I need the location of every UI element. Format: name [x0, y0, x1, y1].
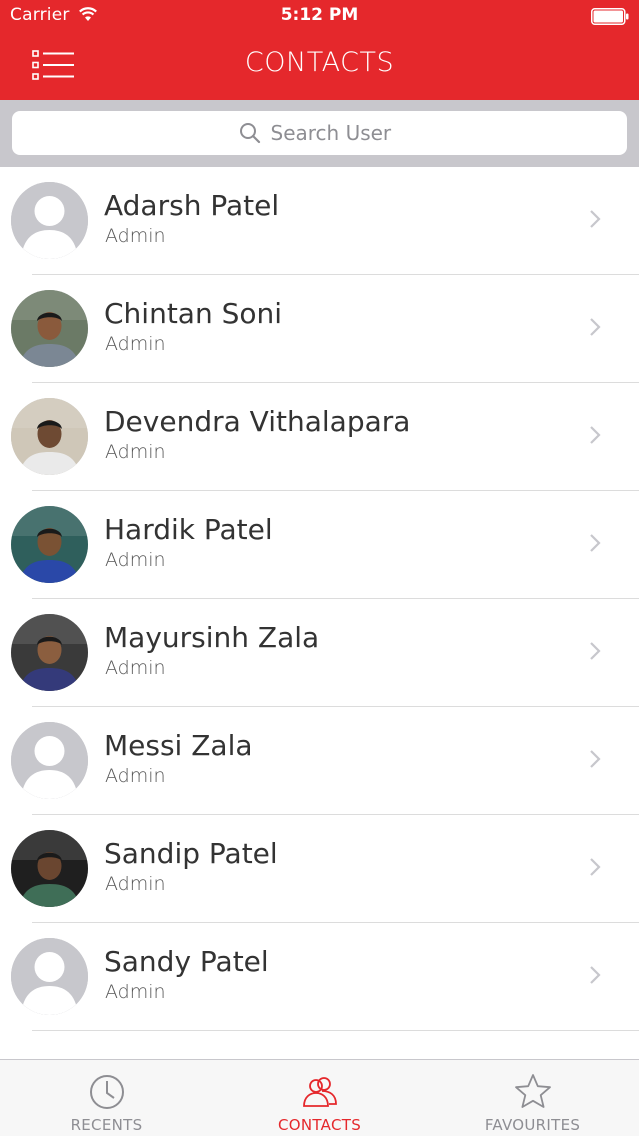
chevron-right-icon — [590, 642, 601, 660]
nav-bar: CONTACTS — [0, 34, 639, 100]
chevron-right-icon — [590, 318, 601, 336]
header: Carrier 5:12 PM CONTACTS — [0, 0, 639, 100]
contact-name: Sandip Patel — [104, 837, 278, 870]
tab-contacts[interactable]: CONTACTS — [213, 1060, 426, 1136]
chevron-right-icon — [590, 858, 601, 876]
contact-row[interactable]: Devendra Vithalapara Admin — [0, 383, 639, 491]
contact-role: Admin — [105, 549, 166, 571]
contact-row[interactable]: Chintan Soni Admin — [0, 275, 639, 383]
tab-label: FAVOURITES — [484, 1116, 581, 1134]
contact-name: Chintan Soni — [104, 297, 283, 330]
chevron-right-icon — [590, 210, 601, 228]
status-bar: Carrier 5:12 PM — [0, 0, 639, 34]
app-root: Carrier 5:12 PM CONTACTS Search User Ada… — [0, 0, 639, 1136]
search-bar — [0, 100, 639, 167]
avatar-placeholder-icon — [11, 722, 88, 799]
row-divider — [32, 1030, 639, 1031]
avatar — [11, 290, 88, 367]
contact-row[interactable]: Adarsh Patel Admin — [0, 167, 639, 275]
contact-name: Devendra Vithalapara — [104, 405, 411, 438]
star-icon — [514, 1074, 551, 1108]
search-field[interactable] — [12, 111, 627, 155]
contact-name: Adarsh Patel — [104, 189, 280, 222]
contact-name: Mayursinh Zala — [104, 621, 320, 654]
tab-recents[interactable]: RECENTS — [0, 1060, 213, 1136]
contact-role: Admin — [105, 657, 166, 679]
search-input[interactable] — [270, 121, 401, 145]
chevron-right-icon — [590, 534, 601, 552]
contact-row[interactable]: Hardik Patel Admin — [0, 491, 639, 599]
tab-favourites[interactable]: FAVOURITES — [426, 1060, 639, 1136]
contact-role: Admin — [105, 441, 166, 463]
contact-list: Adarsh Patel Admin Chintan Soni Admin Devend… — [0, 167, 639, 1059]
chevron-right-icon — [590, 750, 601, 768]
battery-icon — [591, 8, 629, 25]
contact-row[interactable]: Mayursinh Zala Admin — [0, 599, 639, 707]
avatar — [11, 506, 88, 583]
avatar — [11, 398, 88, 475]
avatar — [11, 614, 88, 691]
clock-icon — [89, 1075, 124, 1109]
contact-role: Admin — [105, 981, 166, 1003]
contact-name: Hardik Patel — [104, 513, 273, 546]
contact-role: Admin — [105, 333, 166, 355]
contact-role: Admin — [105, 873, 166, 895]
contact-role: Admin — [105, 765, 166, 787]
tab-bar: RECENTS CONTACTS FAVOURITES — [0, 1059, 639, 1136]
chevron-right-icon — [590, 966, 601, 984]
contact-row[interactable]: Messi Zala Admin — [0, 707, 639, 815]
people-icon — [302, 1077, 337, 1107]
search-icon — [239, 123, 260, 144]
status-time: 5:12 PM — [280, 5, 359, 25]
tab-label: CONTACTS — [277, 1116, 362, 1134]
page-title: CONTACTS — [244, 47, 395, 78]
contact-role: Admin — [105, 225, 166, 247]
contact-name: Messi Zala — [104, 729, 253, 762]
contact-name: Sandy Patel — [104, 945, 269, 978]
avatar-placeholder-icon — [11, 182, 88, 259]
avatar-placeholder-icon — [11, 938, 88, 1015]
avatar — [11, 830, 88, 907]
chevron-right-icon — [590, 426, 601, 444]
contact-row[interactable]: Sandip Patel Admin — [0, 815, 639, 923]
contact-row[interactable]: Sandy Patel Admin — [0, 923, 639, 1031]
tab-label: RECENTS — [70, 1116, 143, 1134]
